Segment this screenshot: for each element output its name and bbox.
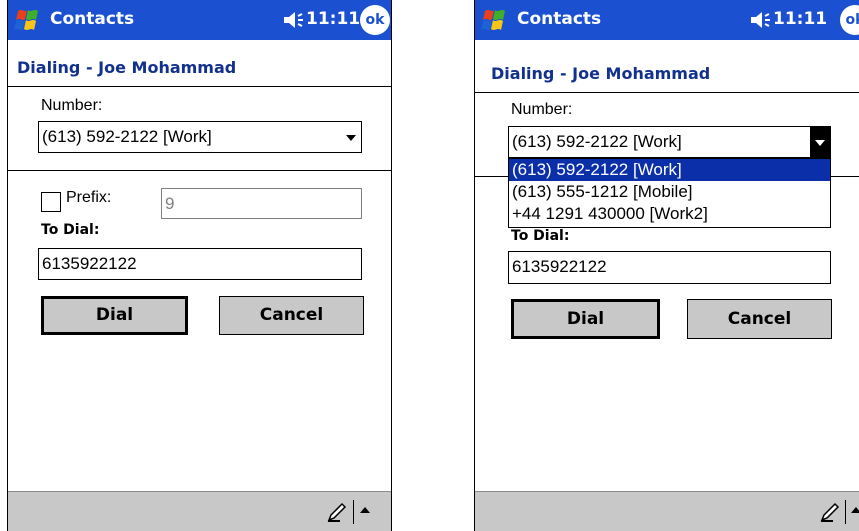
speaker-icon[interactable] — [750, 11, 772, 29]
cancel-button-label: Cancel — [259, 305, 324, 325]
number-combobox-value: (613) 592-2122 [Work] — [42, 127, 212, 146]
dial-button-label: Dial — [95, 305, 134, 325]
to-dial-input-value: 6135922122 — [42, 254, 137, 273]
pen-input-icon[interactable] — [819, 501, 841, 523]
to-dial-input[interactable]: 6135922122 — [38, 248, 362, 280]
app-title[interactable]: Contacts — [517, 9, 601, 29]
toolbar-divider — [353, 500, 354, 524]
number-option-work2[interactable]: +44 1291 430000 [Work2] — [509, 203, 830, 225]
dial-button[interactable]: Dial — [41, 296, 188, 335]
toolbar-divider — [845, 500, 846, 524]
prefix-input-value: 9 — [165, 194, 175, 213]
number-label: Number: — [511, 101, 573, 118]
cancel-button[interactable]: Cancel — [687, 299, 832, 339]
input-panel-arrow-icon[interactable] — [360, 507, 370, 513]
cancel-button[interactable]: Cancel — [219, 296, 364, 335]
prefix-label: Prefix: — [66, 189, 112, 206]
prefix-checkbox[interactable] — [41, 192, 61, 212]
right-pocketpc-screen: Contacts 11:11 ok Dialing - Joe Mohammad… — [474, 0, 859, 531]
number-dropdown-list[interactable]: (613) 592-2122 [Work] (613) 555-1212 [Mo… — [508, 158, 831, 228]
title-bar: Contacts 11:11 ok — [8, 0, 391, 40]
clock[interactable]: 11:11 — [306, 9, 360, 29]
number-combobox-value: (613) 592-2122 [Work] — [512, 132, 682, 151]
input-panel-arrow-icon[interactable] — [851, 507, 859, 513]
dialog-heading: Dialing - Joe Mohammad — [491, 64, 711, 83]
app-title[interactable]: Contacts — [50, 9, 134, 29]
number-option-work[interactable]: (613) 592-2122 [Work] — [509, 159, 830, 181]
speaker-icon[interactable] — [283, 11, 305, 29]
dropdown-arrow-icon[interactable] — [341, 122, 361, 152]
bottom-toolbar — [8, 491, 391, 531]
to-dial-label: To Dial: — [511, 228, 570, 244]
dialog-heading: Dialing - Joe Mohammad — [17, 58, 237, 77]
title-bar: Contacts 11:11 ok — [475, 0, 859, 40]
dial-button[interactable]: Dial — [511, 299, 660, 339]
ok-button[interactable]: ok — [360, 5, 390, 35]
to-dial-input[interactable]: 6135922122 — [508, 251, 831, 284]
number-combobox[interactable]: (613) 592-2122 [Work] — [38, 121, 362, 153]
clock[interactable]: 11:11 — [773, 9, 827, 29]
left-pocketpc-screen: Contacts 11:11 ok Dialing - Joe Mohammad… — [7, 0, 392, 531]
start-menu-icon[interactable] — [479, 5, 509, 35]
to-dial-label: To Dial: — [41, 222, 100, 238]
number-option-mobile[interactable]: (613) 555-1212 [Mobile] — [509, 181, 830, 203]
separator-line — [8, 170, 391, 171]
to-dial-input-value: 6135922122 — [512, 257, 607, 276]
start-menu-icon[interactable] — [12, 5, 42, 35]
ok-button[interactable]: ok — [840, 5, 859, 35]
bottom-toolbar — [475, 491, 859, 531]
cancel-button-label: Cancel — [727, 309, 792, 329]
dial-button-label: Dial — [566, 309, 605, 329]
pen-input-icon[interactable] — [326, 501, 348, 523]
heading-divider — [475, 92, 859, 93]
prefix-input[interactable]: 9 — [161, 188, 362, 219]
dropdown-arrow-icon[interactable] — [810, 127, 830, 157]
number-label: Number: — [41, 97, 103, 114]
number-combobox[interactable]: (613) 592-2122 [Work] — [508, 126, 831, 158]
heading-divider — [8, 86, 391, 87]
